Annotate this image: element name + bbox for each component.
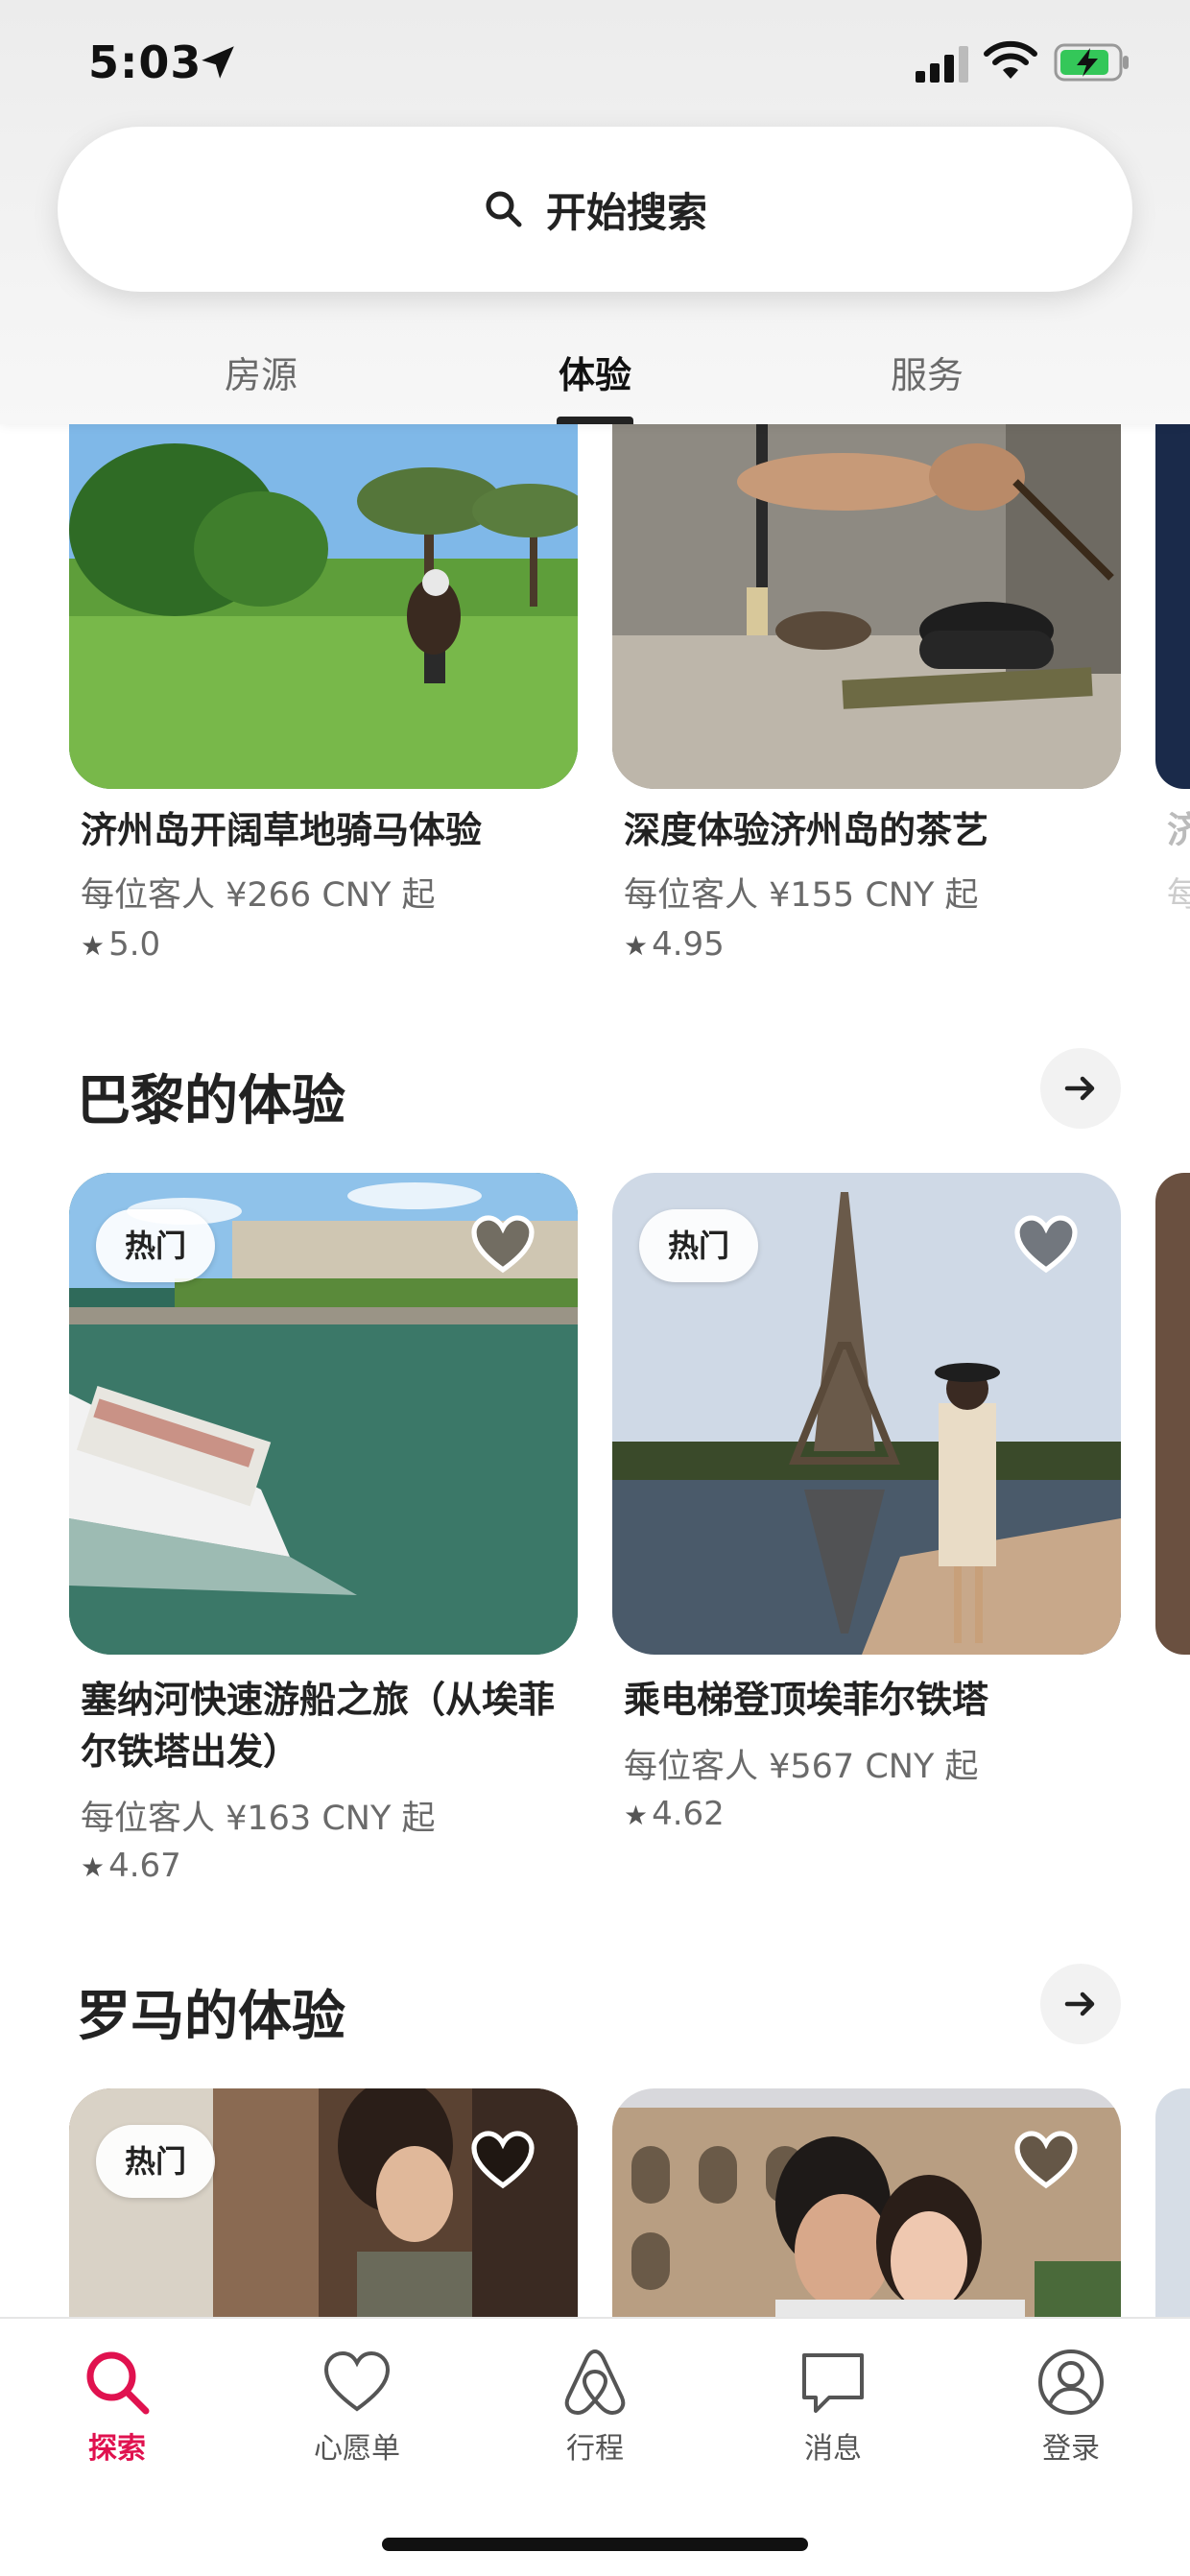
card-title: 乘电梯登顶埃菲尔铁塔: [624, 1679, 989, 1721]
star-icon: ★: [624, 1800, 649, 1831]
nav-wishlist[interactable]: 心愿单: [280, 2346, 434, 2467]
heart-icon[interactable]: [1012, 2125, 1081, 2194]
nav-trips[interactable]: 行程: [518, 2346, 672, 2467]
card-title: 塞纳河快速游船之旅（从埃菲尔铁塔出发）: [81, 1679, 556, 1773]
heart-icon[interactable]: [1012, 1209, 1081, 1278]
card-title: 济州岛开阔草地骑马体验: [81, 809, 483, 851]
card-price: 每位客人 ¥266 CNY 起: [81, 876, 436, 915]
section-more-button[interactable]: [1040, 1048, 1121, 1129]
section-more-button[interactable]: [1040, 1964, 1121, 2044]
card-price: 每位客人 ¥155 CNY 起: [624, 876, 979, 915]
profile-icon: [1038, 2349, 1104, 2415]
card-image: 热门: [69, 1173, 578, 1655]
status-time: 5:03: [88, 36, 202, 88]
nav-label: 登录: [1042, 2432, 1100, 2466]
horse-riding-photo: [69, 424, 578, 789]
card-price: 每位客人 ¥163 CNY 起: [81, 1800, 436, 1838]
card-rating: ★ 4.62: [624, 1795, 725, 1833]
popular-badge: 热门: [96, 1209, 216, 1282]
star-icon: ★: [81, 1851, 106, 1883]
active-tab-indicator: [557, 417, 633, 424]
cellular-signal-icon: [916, 46, 968, 83]
wifi-icon: [984, 40, 1037, 79]
heart-icon[interactable]: [468, 1209, 537, 1278]
nav-label: 心愿单: [314, 2432, 400, 2466]
card-image: [612, 2088, 1121, 2338]
card-title: 深度体验济州岛的茶艺: [624, 809, 989, 851]
nav-label: 消息: [804, 2432, 862, 2466]
star-icon: ★: [81, 930, 106, 962]
nav-label: 行程: [566, 2432, 624, 2466]
star-icon: ★: [624, 930, 649, 962]
message-icon: [802, 2353, 864, 2413]
search-icon: [486, 191, 522, 227]
nav-messages[interactable]: 消息: [756, 2346, 910, 2467]
card-image: [1155, 424, 1190, 789]
airbnb-logo-icon: [564, 2349, 626, 2415]
tab-services[interactable]: 服务: [891, 346, 964, 398]
section-title-paris: 巴黎的体验: [77, 1070, 345, 1133]
tab-experiences[interactable]: 体验: [559, 346, 631, 398]
top-header: 5:03 开始搜索 房源 体验 服务: [0, 0, 1190, 424]
category-tabs: 房源 体验 服务: [0, 338, 1190, 424]
search-icon: [86, 2351, 150, 2415]
card-title: 济: [1167, 809, 1190, 851]
card-image: 热门: [612, 1173, 1121, 1655]
card-rating: ★ 4.67: [81, 1847, 181, 1885]
status-bar: 5:03: [0, 0, 1190, 125]
heart-icon: [323, 2350, 391, 2412]
arrow-right-icon: [1064, 1992, 1095, 2016]
nav-explore[interactable]: 探索: [40, 2346, 194, 2467]
location-arrow-icon: [202, 46, 234, 79]
experience-card-partial[interactable]: [1155, 2088, 1190, 2338]
popular-badge: 热门: [96, 2125, 216, 2198]
popular-badge: 热门: [639, 1209, 759, 1282]
home-indicator: [382, 2538, 808, 2551]
section-title-rome: 罗马的体验: [77, 1986, 345, 2048]
tea-ceremony-photo: [612, 424, 1121, 789]
card-price: 每: [1167, 876, 1190, 915]
search-bar[interactable]: 开始搜索: [58, 127, 1132, 292]
card-rating: ★ 5.0: [81, 925, 161, 964]
experience-card-partial[interactable]: [1155, 1173, 1190, 1655]
nav-login[interactable]: 登录: [994, 2346, 1148, 2467]
heart-icon[interactable]: [468, 2125, 537, 2194]
card-image: [69, 424, 578, 789]
card-price: 每位客人 ¥567 CNY 起: [624, 1748, 979, 1786]
card-rating: ★ 4.95: [624, 925, 725, 964]
card-image: 热门: [69, 2088, 578, 2338]
search-label: 开始搜索: [545, 188, 707, 236]
card-image: [612, 424, 1121, 789]
battery-charging-icon: [1054, 43, 1129, 82]
arrow-right-icon: [1064, 1076, 1095, 1101]
nav-label: 探索: [88, 2432, 146, 2466]
experience-card-partial[interactable]: 济 每: [1155, 424, 1190, 962]
tab-listings[interactable]: 房源: [225, 346, 298, 398]
